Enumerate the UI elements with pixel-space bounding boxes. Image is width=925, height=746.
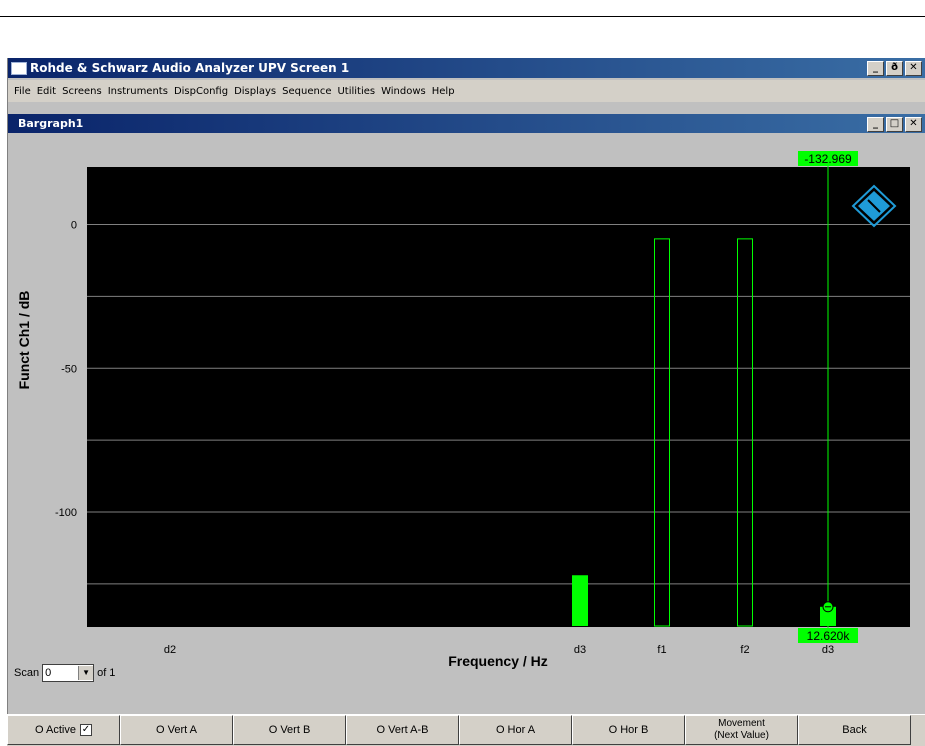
y-tick-label: -100 xyxy=(55,507,77,519)
scan-value: 0 xyxy=(45,667,52,679)
scan-label: Scan xyxy=(14,667,40,679)
active-button[interactable]: O Active ✓ xyxy=(7,715,120,745)
y-tick-label: -50 xyxy=(61,363,77,375)
softkey-bar: O Active ✓ O Vert A O Vert B O Vert A-B … xyxy=(7,714,925,746)
scan-control: Scan 0 ▼ of 1 xyxy=(14,664,115,682)
vert-a-button[interactable]: O Vert A xyxy=(120,715,233,745)
y-tick-label: 0 xyxy=(71,220,77,232)
x-tick-label: d3 xyxy=(574,644,586,656)
x-tick-label: d3 xyxy=(822,644,834,656)
hor-b-button[interactable]: O Hor B xyxy=(572,715,685,745)
x-tick-label: d2 xyxy=(164,644,176,656)
scan-of-label: of 1 xyxy=(97,667,116,679)
vert-b-button[interactable]: O Vert B xyxy=(233,715,346,745)
active-checkbox[interactable]: ✓ xyxy=(79,724,92,736)
active-button-label: O Active xyxy=(35,724,76,736)
x-tick-label: f1 xyxy=(657,644,666,656)
vert-a-b-button[interactable]: O Vert A-B xyxy=(346,715,459,745)
plot-area xyxy=(87,167,910,627)
bargraph-chart: 0 -50 -100 d2 d3 f1 f2 d3 -132.969 12.620k xyxy=(55,151,910,656)
cursor-value-label: -132.969 xyxy=(804,152,852,166)
scan-select[interactable]: 0 ▼ xyxy=(42,664,95,682)
back-button[interactable]: Back xyxy=(798,715,911,745)
cursor-freq-label: 12.620k xyxy=(807,629,851,643)
movement-sub-label: (Next Value) xyxy=(714,730,769,741)
x-axis-label: Frequency / Hz xyxy=(448,653,548,669)
y-axis-label: Funct Ch1 / dB xyxy=(16,290,32,390)
hor-a-button[interactable]: O Hor A xyxy=(459,715,572,745)
chevron-down-icon[interactable]: ▼ xyxy=(78,666,94,680)
bar xyxy=(572,575,588,626)
movement-button[interactable]: Movement (Next Value) xyxy=(685,715,798,745)
x-tick-label: f2 xyxy=(740,644,749,656)
movement-label: Movement xyxy=(718,718,765,729)
